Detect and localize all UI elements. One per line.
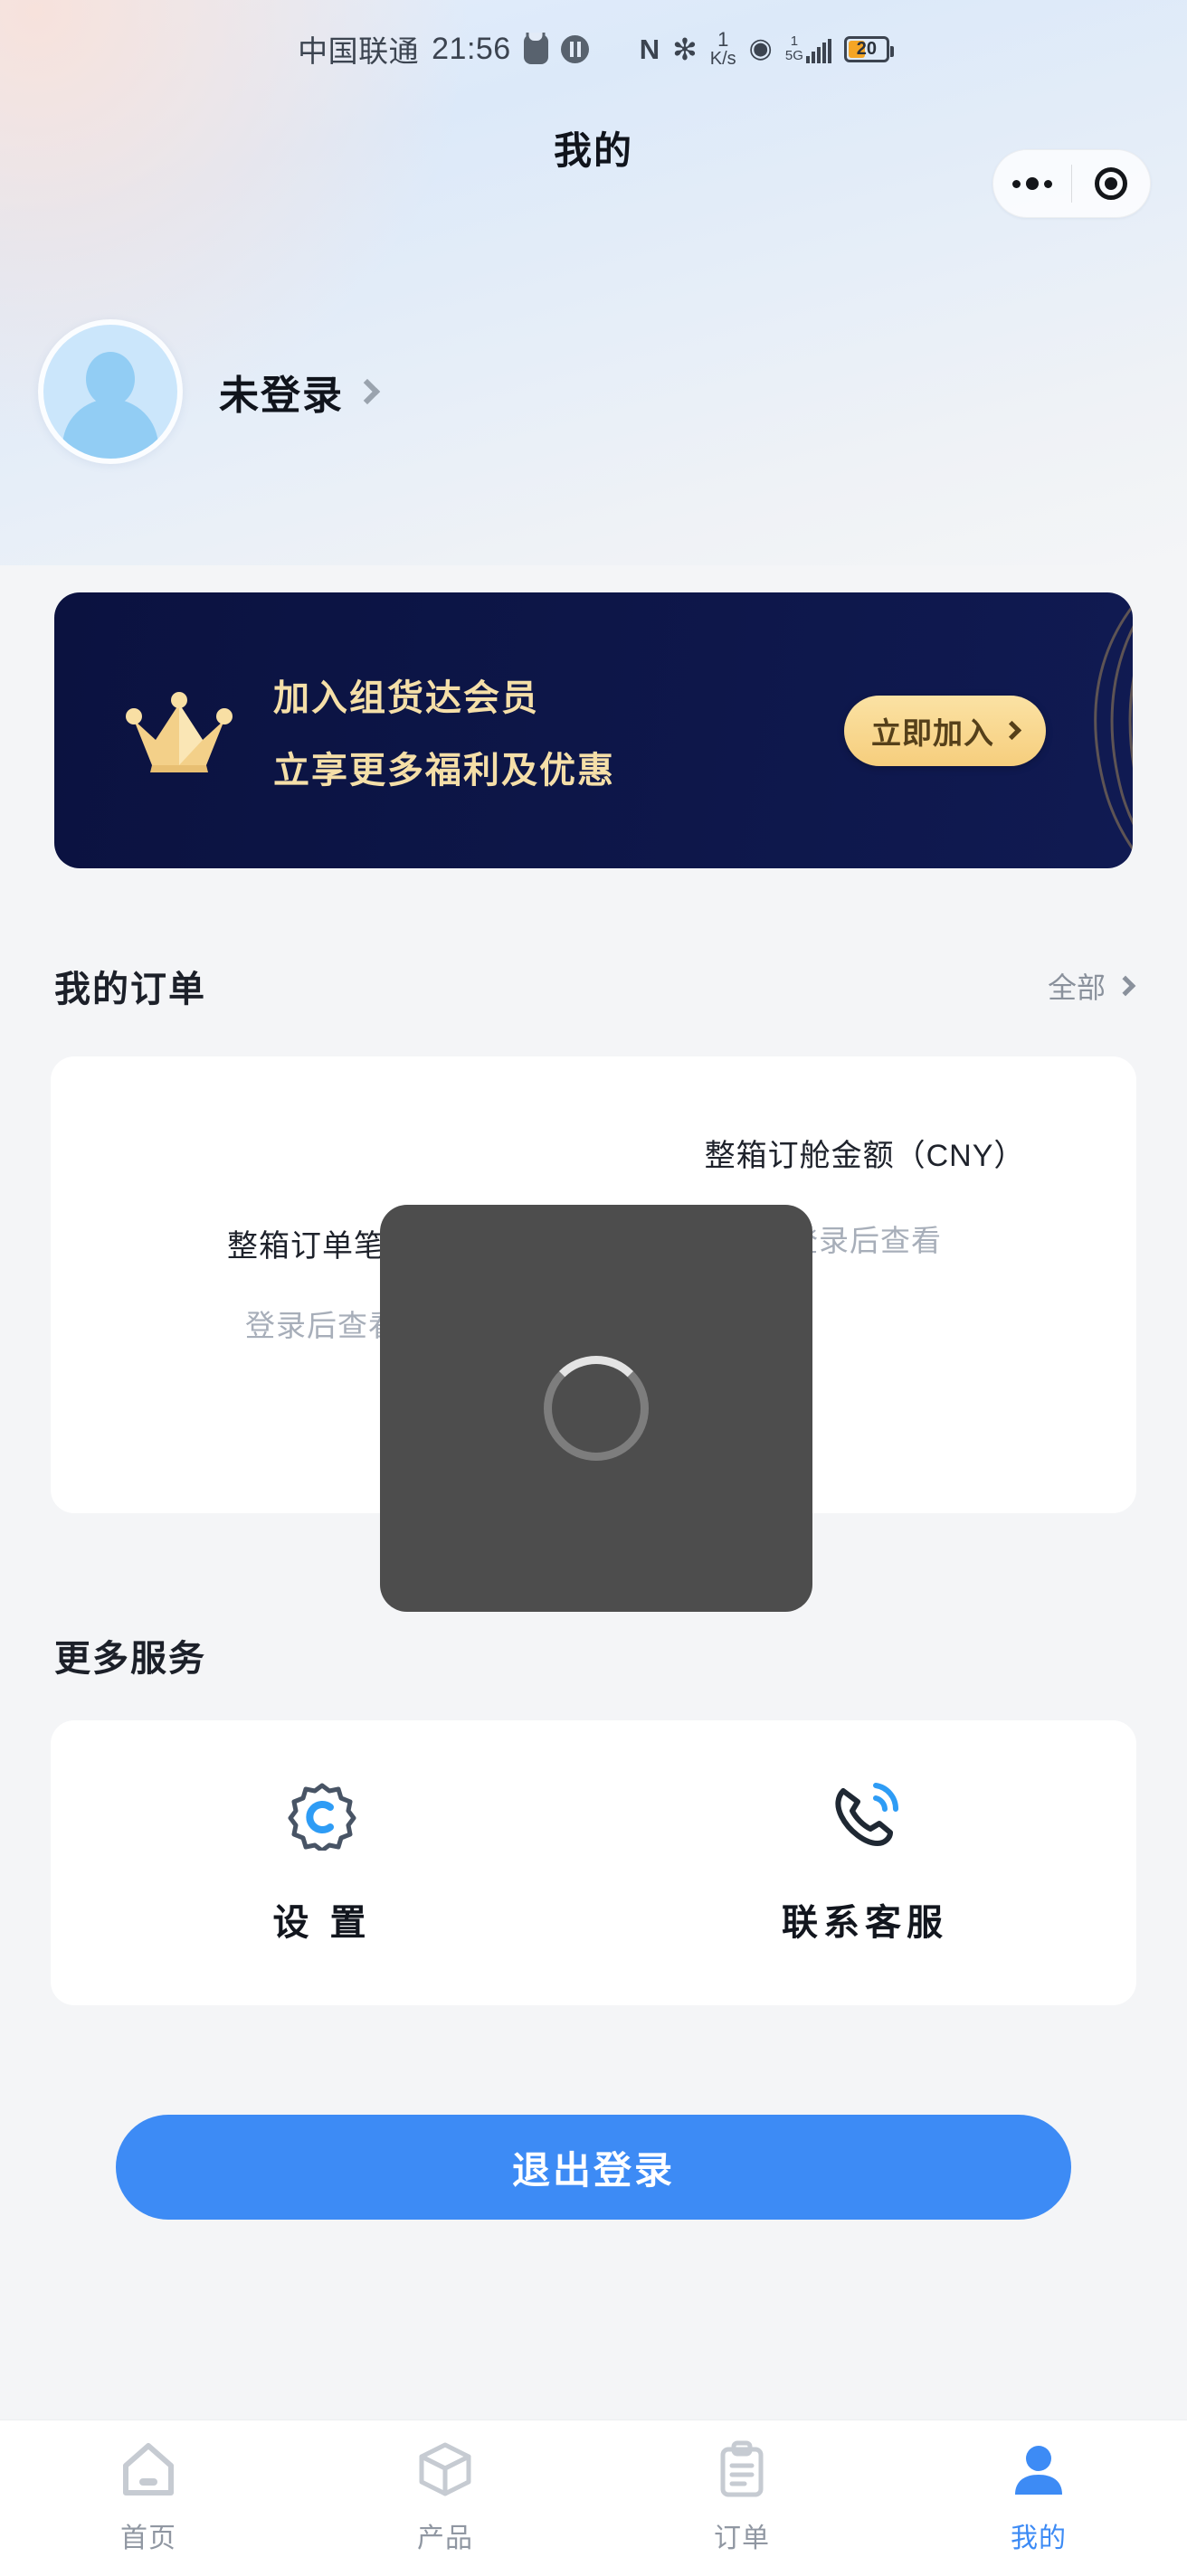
- chevron-right-icon: [354, 378, 381, 404]
- battery-icon: 20: [843, 35, 894, 62]
- network-speed-value: 1: [717, 28, 729, 51]
- chevron-right-icon: [1115, 975, 1136, 997]
- service-item-support-label: 联系客服: [782, 1903, 948, 1943]
- phone-support-icon: [829, 1780, 901, 1855]
- network-speed-unit: K/s: [709, 49, 736, 69]
- membership-banner[interactable]: 加入组货达会员 立享更多福利及优惠 立即加入: [54, 592, 1133, 868]
- carrier-label: 中国联通: [298, 34, 420, 68]
- status-bar: 中国联通 21:56 N ✻ 1 K/s ◉ 1 5G 20: [0, 0, 1187, 98]
- tab-products-label: 产品: [417, 2524, 473, 2553]
- more-menu-button[interactable]: [993, 150, 1071, 217]
- loading-overlay: [380, 1205, 812, 1612]
- services-section-title: 更多服务: [54, 1639, 206, 1679]
- logout-button[interactable]: 退出登录: [116, 2115, 1071, 2220]
- tab-mine-label: 我的: [1011, 2524, 1067, 2553]
- clock-label: 21:56: [432, 31, 511, 66]
- orders-section-title: 我的订单: [54, 970, 206, 1009]
- signal-top-label: 1: [790, 33, 799, 50]
- miniprogram-capsule: [992, 149, 1151, 218]
- clipboard-icon: [712, 2440, 772, 2503]
- services-card: 设 置 联系客服: [51, 1720, 1136, 2005]
- bluetooth-icon: ✻: [672, 32, 698, 66]
- cube-icon: [415, 2440, 475, 2503]
- profile-row[interactable]: 未登录: [0, 308, 1187, 475]
- pause-icon: [560, 34, 589, 63]
- network-speed-indicator: 1 K/s: [709, 28, 736, 69]
- membership-texts: 加入组货达会员 立享更多福利及优惠: [273, 668, 615, 793]
- login-entry[interactable]: 未登录: [219, 363, 381, 421]
- profile-name-label: 未登录: [219, 373, 344, 418]
- signal-network-label: 5G: [784, 48, 803, 63]
- tab-mine[interactable]: 我的: [890, 2440, 1187, 2555]
- tab-home-label: 首页: [120, 2524, 176, 2553]
- battery-level-label: 20: [856, 38, 877, 59]
- membership-subtitle: 立享更多福利及优惠: [273, 750, 615, 791]
- order-stat-amount-label: 整箱订舱金额（CNY）: [704, 1139, 1026, 1173]
- orders-section-header: 我的订单 全部: [0, 959, 1187, 1013]
- orders-view-all-label: 全部: [1047, 971, 1106, 1004]
- settings-badge-icon: [287, 1780, 357, 1855]
- crown-icon: [125, 687, 233, 774]
- tab-home[interactable]: 首页: [0, 2440, 297, 2555]
- tab-orders-label: 订单: [714, 2524, 770, 2553]
- close-miniprogram-button[interactable]: [1072, 150, 1150, 217]
- service-item-settings[interactable]: 设 置: [51, 1720, 594, 2005]
- alarm-icon: [523, 33, 548, 64]
- close-target-icon: [1095, 167, 1127, 200]
- home-icon: [119, 2440, 178, 2503]
- tab-orders[interactable]: 订单: [594, 2440, 890, 2555]
- services-section-header: 更多服务: [0, 1628, 1187, 1682]
- chevron-right-icon: [1002, 720, 1022, 741]
- signal-bars-icon: [805, 38, 831, 63]
- bottom-tab-bar: 首页 产品 订单 我的: [0, 2420, 1187, 2576]
- join-member-label: 立即加入: [871, 715, 994, 750]
- service-item-support[interactable]: 联系客服: [594, 1720, 1136, 2005]
- nfc-icon: N: [639, 33, 660, 65]
- order-stat-count-value: 登录后查看: [245, 1309, 399, 1342]
- loading-spinner-icon: [544, 1356, 649, 1461]
- orders-view-all-link[interactable]: 全部: [1047, 965, 1136, 1007]
- hotspot-icon: ◉: [748, 33, 773, 63]
- more-dots-icon: [1012, 177, 1052, 190]
- tab-products[interactable]: 产品: [297, 2440, 594, 2555]
- membership-title: 加入组货达会员: [273, 677, 539, 718]
- logout-button-label: 退出登录: [511, 2148, 675, 2192]
- signal-indicator: 1 5G: [785, 34, 831, 63]
- person-icon: [1009, 2440, 1068, 2503]
- join-member-button[interactable]: 立即加入: [844, 695, 1046, 766]
- default-avatar-icon[interactable]: [38, 318, 183, 464]
- service-item-settings-label: 设 置: [272, 1903, 372, 1943]
- page-title: 我的: [553, 128, 633, 172]
